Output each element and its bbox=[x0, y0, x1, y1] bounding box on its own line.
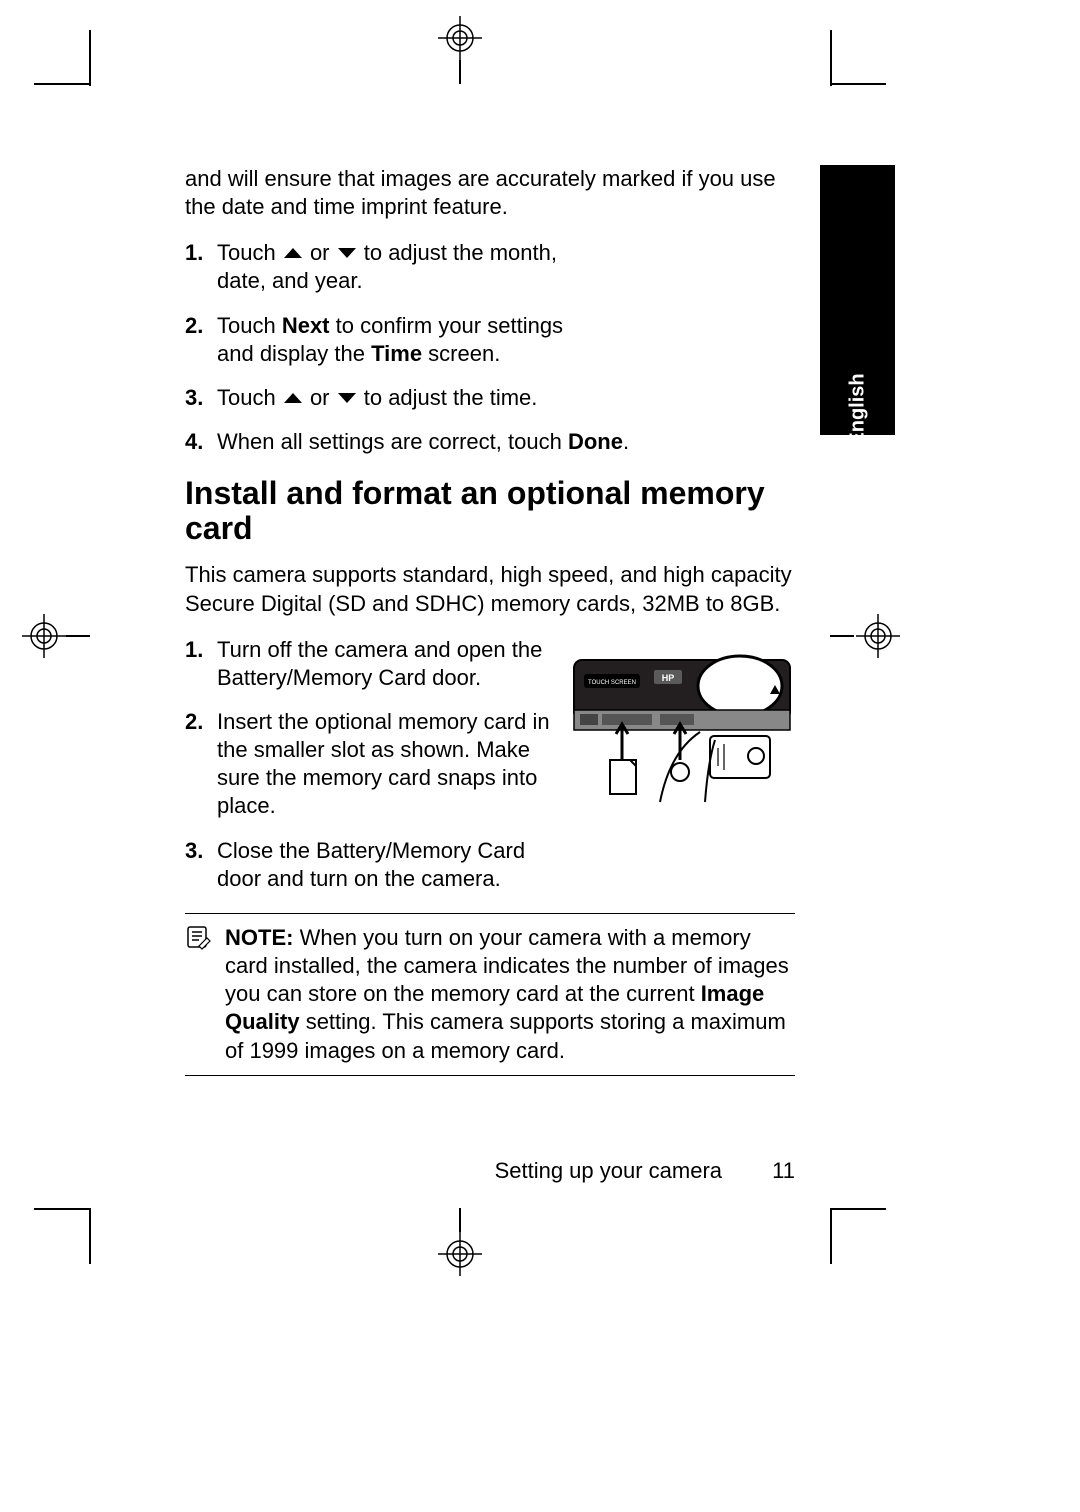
step-number: 2. bbox=[185, 708, 203, 736]
step-number: 4. bbox=[185, 428, 203, 456]
crop-mark bbox=[830, 1208, 886, 1210]
crop-mark bbox=[459, 1208, 461, 1232]
crop-mark bbox=[34, 1208, 90, 1210]
arrow-down-icon bbox=[338, 248, 356, 258]
list-item: 4. When all settings are correct, touch … bbox=[185, 428, 775, 456]
crop-mark bbox=[830, 30, 832, 86]
intro-paragraph: and will ensure that images are accurate… bbox=[185, 165, 795, 221]
note-icon bbox=[185, 924, 211, 950]
crop-mark bbox=[89, 1208, 91, 1264]
crop-mark bbox=[459, 60, 461, 84]
list-item: 1. Turn off the camera and open the Batt… bbox=[185, 636, 575, 692]
note-label: NOTE: bbox=[225, 925, 293, 950]
crop-mark bbox=[34, 83, 90, 85]
language-tab: English bbox=[820, 165, 895, 435]
arrow-up-icon bbox=[284, 248, 302, 258]
page-content: and will ensure that images are accurate… bbox=[185, 165, 795, 1076]
arrow-up-icon bbox=[284, 393, 302, 403]
crop-mark bbox=[830, 83, 886, 85]
footer-section: Setting up your camera bbox=[495, 1158, 722, 1183]
section-intro: This camera supports standard, high spee… bbox=[185, 561, 795, 617]
step-number: 1. bbox=[185, 239, 203, 267]
step-number: 2. bbox=[185, 312, 203, 340]
svg-text:TOUCH SCREEN: TOUCH SCREEN bbox=[588, 680, 636, 686]
page-footer: Setting up your camera 11 bbox=[185, 1158, 795, 1184]
list-item: 2. Touch Next to confirm your settings a… bbox=[185, 312, 575, 368]
list-item: 1. Touch or to adjust the month, date, a… bbox=[185, 239, 575, 295]
section-heading: Install and format an optional memory ca… bbox=[185, 476, 795, 545]
steps-list-date-time: 1. Touch or to adjust the month, date, a… bbox=[185, 239, 795, 456]
registration-mark-icon bbox=[22, 614, 66, 658]
step-number: 1. bbox=[185, 636, 203, 664]
arrow-down-icon bbox=[338, 393, 356, 403]
crop-mark bbox=[66, 635, 90, 637]
crop-mark bbox=[830, 635, 854, 637]
crop-mark bbox=[89, 30, 91, 86]
note-block: NOTE: When you turn on your camera with … bbox=[185, 913, 795, 1076]
step-number: 3. bbox=[185, 837, 203, 865]
list-item: 2. Insert the optional memory card in th… bbox=[185, 708, 575, 821]
language-label: English bbox=[846, 373, 869, 445]
camera-illustration: TOUCH SCREEN HP bbox=[570, 652, 795, 807]
step-number: 3. bbox=[185, 384, 203, 412]
crop-mark bbox=[830, 1208, 832, 1264]
page-number: 11 bbox=[772, 1158, 795, 1183]
list-item: 3. Touch or to adjust the time. bbox=[185, 384, 575, 412]
registration-mark-icon bbox=[856, 614, 900, 658]
registration-mark-icon bbox=[438, 1232, 482, 1276]
svg-text:HP: HP bbox=[662, 673, 675, 683]
list-item: 3. Close the Battery/Memory Card door an… bbox=[185, 837, 575, 893]
registration-mark-icon bbox=[438, 16, 482, 60]
